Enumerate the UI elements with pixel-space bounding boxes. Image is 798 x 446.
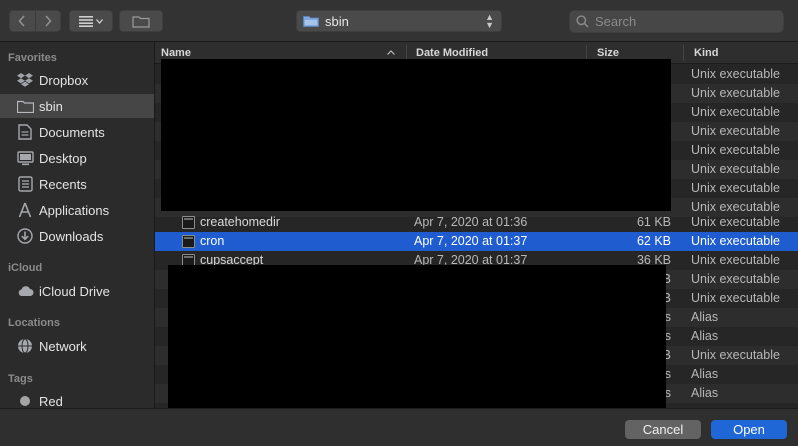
back-button[interactable] <box>10 11 35 31</box>
folder-icon <box>303 16 319 27</box>
toolbar: sbin ▲ ▼ <box>0 0 798 42</box>
chevron-right-icon <box>45 15 52 27</box>
kind-cell: Alias <box>691 310 719 324</box>
date-cell: Apr 7, 2020 at 01:37 <box>414 234 528 248</box>
sidebar: Favorites Dropbox sbin Documents Desktop… <box>0 42 155 408</box>
date-cell: Apr 7, 2020 at 01:36 <box>414 215 528 229</box>
kind-cell: Unix executable <box>691 162 780 176</box>
sidebar-item-label: Applications <box>39 202 110 218</box>
path-popup[interactable]: sbin ▲ ▼ <box>296 10 502 32</box>
sidebar-item-label: Red <box>39 393 63 409</box>
kind-cell: Unix executable <box>691 143 780 157</box>
sidebar-item-sbin[interactable]: sbin <box>0 94 154 118</box>
sidebar-item-recents[interactable]: Recents <box>0 172 154 196</box>
executable-file-icon <box>182 235 195 248</box>
chevron-left-icon <box>18 15 26 27</box>
column-header-name[interactable]: Name <box>161 47 191 59</box>
column-header-date[interactable]: Date Modified <box>416 47 488 59</box>
kind-cell: Alias <box>691 329 719 343</box>
search-field[interactable] <box>569 10 784 33</box>
column-divider[interactable] <box>683 45 684 61</box>
kind-cell: Unix executable <box>691 253 780 267</box>
sidebar-item-network[interactable]: Network <box>0 334 154 358</box>
sidebar-item-desktop[interactable]: Desktop <box>0 146 154 170</box>
cloud-icon <box>16 282 34 300</box>
kind-cell: Unix executable <box>691 124 780 138</box>
dropbox-icon <box>16 71 34 89</box>
redaction-block <box>168 265 666 408</box>
navigation-buttons <box>9 10 61 32</box>
kind-cell: Unix executable <box>691 291 780 305</box>
sidebar-heading-tags: Tags <box>8 373 33 385</box>
size-cell: 61 KB <box>636 215 671 229</box>
size-cell: 62 KB <box>636 234 671 248</box>
downloads-icon <box>16 227 34 245</box>
kind-cell: Unix executable <box>691 200 780 214</box>
sidebar-item-label: sbin <box>39 98 63 114</box>
dialog-button-bar: Cancel Open <box>0 408 798 446</box>
list-view-icon <box>79 15 93 27</box>
sidebar-item-label: Recents <box>39 176 87 192</box>
search-icon <box>576 15 589 28</box>
sidebar-item-label: iCloud Drive <box>39 283 110 299</box>
folder-icon <box>132 15 150 28</box>
kind-cell: Unix executable <box>691 234 780 248</box>
cancel-button[interactable]: Cancel <box>625 420 701 439</box>
open-button[interactable]: Open <box>711 420 787 439</box>
sidebar-item-label: Network <box>39 338 87 354</box>
path-popup-label: sbin <box>325 13 349 29</box>
name-cell: createhomedir <box>200 215 280 229</box>
sidebar-heading-favorites: Favorites <box>8 52 57 64</box>
sidebar-item-label: Dropbox <box>39 72 89 88</box>
kind-cell: Unix executable <box>691 272 780 286</box>
sidebar-item-label: Downloads <box>39 228 104 244</box>
sidebar-item-label: Desktop <box>39 150 87 166</box>
recents-icon <box>16 175 34 193</box>
sidebar-item-applications[interactable]: Applications <box>0 198 154 222</box>
chevron-down-icon <box>96 18 103 24</box>
name-cell: cron <box>200 234 225 248</box>
new-folder-button[interactable] <box>119 10 163 32</box>
applications-icon <box>16 201 34 219</box>
kind-cell: Unix executable <box>691 105 780 119</box>
table-row-cron[interactable]: cron Apr 7, 2020 at 01:37 62 KB Unix exe… <box>155 232 798 251</box>
tag-dot-icon <box>16 392 34 408</box>
sort-ascending-icon <box>387 50 395 55</box>
folder-icon <box>16 97 34 115</box>
kind-cell: Unix executable <box>691 348 780 362</box>
document-icon <box>16 123 34 141</box>
view-options-button[interactable] <box>69 10 113 32</box>
sidebar-item-dropbox[interactable]: Dropbox <box>0 68 154 92</box>
kind-cell: Unix executable <box>691 67 780 81</box>
desktop-icon <box>16 149 34 167</box>
redaction-block <box>161 59 671 211</box>
kind-cell: Alias <box>691 386 719 400</box>
path-popup-current: sbin <box>303 14 349 29</box>
file-list: Name Date Modified Size Kind Unix execut… <box>155 42 798 408</box>
table-row-createhomedir[interactable]: createhomedir Apr 7, 2020 at 01:36 61 KB… <box>155 213 798 232</box>
sidebar-heading-icloud: iCloud <box>8 262 43 274</box>
kind-cell: Alias <box>691 367 719 381</box>
globe-icon <box>16 337 34 355</box>
kind-cell: Unix executable <box>691 86 780 100</box>
sidebar-item-downloads[interactable]: Downloads <box>0 224 154 248</box>
sidebar-item-tag-red[interactable]: Red <box>0 389 154 408</box>
executable-file-icon <box>182 216 195 229</box>
sidebar-item-icloud-drive[interactable]: iCloud Drive <box>0 279 154 303</box>
sidebar-item-documents[interactable]: Documents <box>0 120 154 144</box>
sidebar-heading-locations: Locations <box>8 317 60 329</box>
column-header-kind[interactable]: Kind <box>694 47 718 59</box>
column-header-size[interactable]: Size <box>597 47 619 59</box>
forward-button[interactable] <box>34 11 60 31</box>
kind-cell: Unix executable <box>691 215 780 229</box>
search-input[interactable] <box>595 14 765 29</box>
kind-cell: Unix executable <box>691 181 780 195</box>
sidebar-item-label: Documents <box>39 124 105 140</box>
up-down-arrows-icon: ▲ ▼ <box>485 12 494 30</box>
